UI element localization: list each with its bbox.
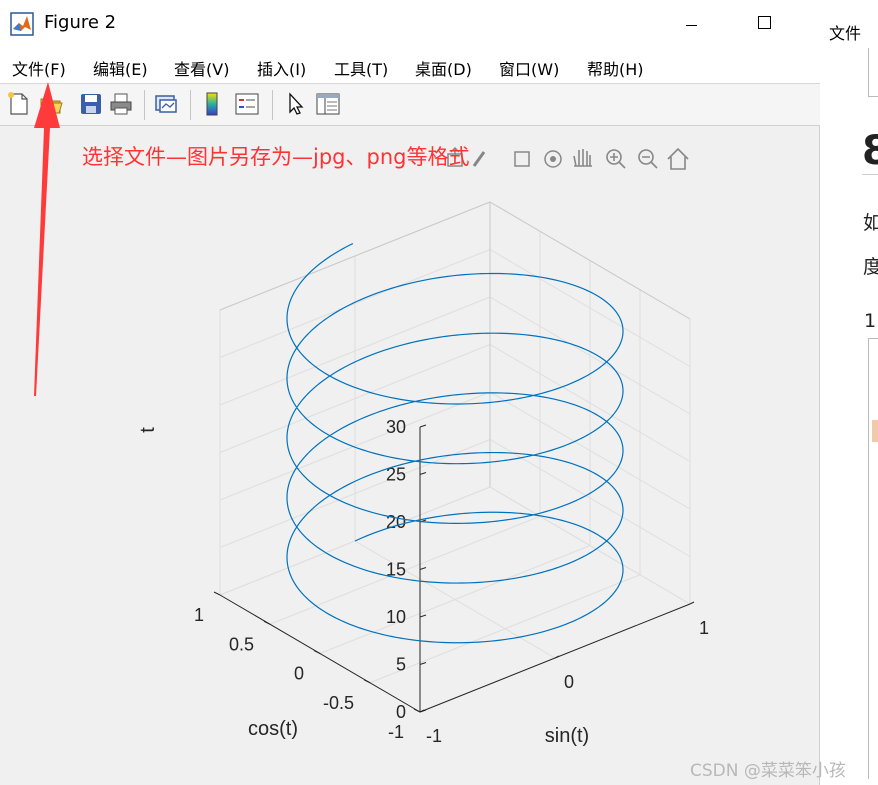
background-text: 1 <box>864 310 877 332</box>
colorbar-icon[interactable] <box>199 91 225 117</box>
background-marker <box>872 420 878 442</box>
menu-view[interactable]: 查看(V) <box>174 56 229 80</box>
axes-toolbar <box>447 146 689 170</box>
save-icon[interactable] <box>78 91 104 117</box>
plot-axes[interactable]: -101-1-0.500.51051015202530 sin(t) cos(t… <box>0 126 820 785</box>
brush-icon[interactable] <box>472 151 486 167</box>
x-axis-label: sin(t) <box>545 725 589 747</box>
background-heading: 8 <box>862 128 878 174</box>
y-tick-label: 0 <box>294 664 304 684</box>
link-plot-icon[interactable] <box>153 91 179 117</box>
y-tick-label: -0.5 <box>323 693 354 713</box>
legend-icon[interactable] <box>234 91 260 117</box>
grid-line <box>319 545 591 654</box>
window-title: Figure 2 <box>44 12 117 33</box>
home-icon[interactable] <box>667 147 689 170</box>
x-tick-label: -1 <box>426 726 442 746</box>
z-tick <box>419 614 427 618</box>
z-axis-label: t <box>137 427 159 433</box>
menu-bar: 文件(F) 编辑(E) 查看(V) 插入(I) 工具(T) 桌面(D) 窗口(W… <box>0 48 820 84</box>
series-line <box>286 243 624 644</box>
property-inspector-icon[interactable] <box>315 91 341 117</box>
grid-line <box>369 574 641 684</box>
figure-window: Figure 2 文件(F) 编辑(E) 查看(V) 插入(I) 工具(T) 桌… <box>0 0 820 785</box>
z-tick <box>419 472 427 475</box>
background-divider <box>862 174 878 175</box>
y-tick <box>363 679 371 684</box>
toolbar-separator <box>144 90 145 120</box>
pan-hand-icon[interactable] <box>573 149 592 167</box>
x-tick-label: 0 <box>564 672 574 692</box>
toolbar-separator <box>272 90 273 120</box>
minimize-button[interactable] <box>660 8 720 40</box>
y-tick <box>413 708 421 713</box>
y-tick-label: -1 <box>388 722 404 742</box>
edit-plot-arrow-icon[interactable] <box>283 91 309 117</box>
z-tick-label: 5 <box>396 655 406 675</box>
print-icon[interactable] <box>108 91 134 117</box>
rotate-3d-icon[interactable] <box>544 150 562 168</box>
data-tips-icon[interactable] <box>514 151 530 167</box>
z-tick-label: 10 <box>386 607 406 627</box>
menu-edit[interactable]: 编辑(E) <box>93 56 148 80</box>
open-file-icon[interactable] <box>38 91 64 117</box>
y-tick-label: 1 <box>194 605 204 625</box>
watermark: CSDN @菜菜笨小孩 <box>690 761 846 781</box>
tick-labels: -101-1-0.500.51051015202530 <box>194 417 709 746</box>
toolbar-separator <box>190 90 191 120</box>
zoom-in-icon[interactable] <box>606 149 626 169</box>
x-tick <box>689 601 695 605</box>
y-axis-label: cos(t) <box>248 718 298 740</box>
menu-window[interactable]: 窗口(W) <box>499 56 559 80</box>
background-text: 度 <box>863 256 878 278</box>
background-window: 文件 8 如 度 1 <box>820 0 878 785</box>
matlab-logo-icon <box>10 12 34 36</box>
title-bar: Figure 2 <box>0 0 820 48</box>
maximize-button[interactable] <box>735 8 795 40</box>
z-tick-label: 25 <box>386 465 406 485</box>
zoom-out-icon[interactable] <box>638 149 658 169</box>
menu-help[interactable]: 帮助(H) <box>587 56 644 80</box>
z-tick <box>419 424 427 428</box>
menu-desktop[interactable]: 桌面(D) <box>415 56 472 80</box>
background-frame <box>868 338 878 779</box>
z-tick-label: 20 <box>386 512 406 532</box>
toolbar <box>0 84 820 126</box>
z-tick-label: 0 <box>396 702 406 722</box>
y-tick <box>263 620 271 625</box>
new-figure-icon[interactable] <box>6 91 32 117</box>
menu-insert[interactable]: 插入(I) <box>257 56 306 80</box>
menu-file[interactable]: 文件(F) <box>12 56 66 80</box>
y-tick <box>313 650 321 654</box>
z-tick-label: 30 <box>386 417 406 437</box>
background-frame <box>868 48 878 97</box>
y-tick <box>213 591 221 596</box>
helix-series-line <box>286 243 624 644</box>
menu-tools[interactable]: 工具(T) <box>334 56 388 80</box>
annotation-text: 选择文件—图片另存为—jpg、png等格式 <box>82 145 470 169</box>
y-tick-label: 0.5 <box>229 634 254 654</box>
background-text: 如 <box>863 212 878 234</box>
x-tick-label: 1 <box>699 618 709 638</box>
background-menu-file[interactable]: 文件 <box>829 20 861 44</box>
z-tick <box>419 567 427 570</box>
